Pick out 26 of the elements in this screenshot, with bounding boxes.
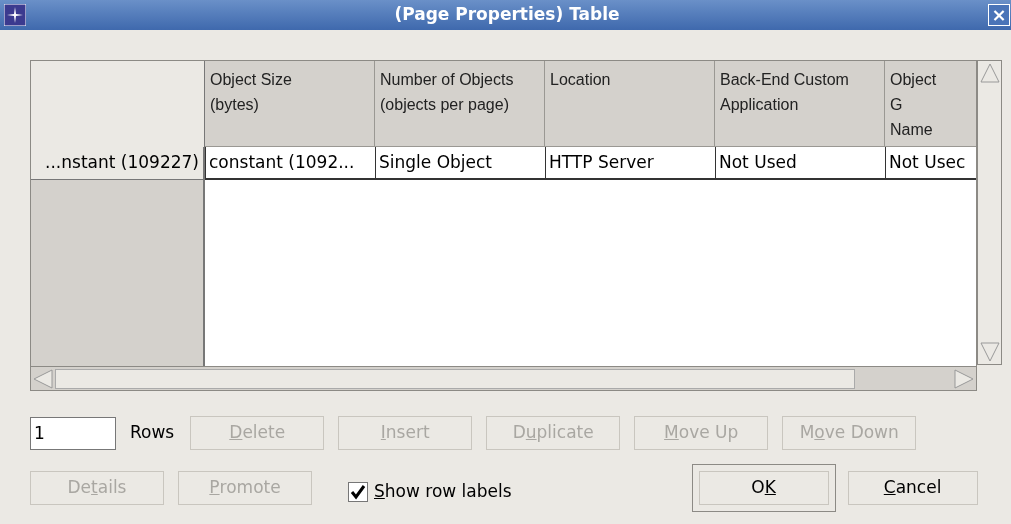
column-header[interactable]: Object Size (bytes) xyxy=(205,61,375,147)
down-arrow-icon[interactable] xyxy=(978,340,1001,364)
cancel-button[interactable]: Cancel xyxy=(847,471,978,505)
checkbox[interactable] xyxy=(348,482,368,502)
close-button[interactable]: × xyxy=(988,4,1010,26)
column-header[interactable]: Back-End Custom Application xyxy=(715,61,885,147)
window-title: (Page Properties) Table xyxy=(393,3,621,27)
table-cell: Single Object xyxy=(375,147,545,178)
column-header[interactable]: Number of Objects (objects per page) xyxy=(375,61,545,147)
checkbox-label[interactable]: Show row labels xyxy=(374,479,512,505)
rows-field[interactable]: 1 xyxy=(30,416,116,450)
scrollbar-thumb[interactable] xyxy=(55,368,855,389)
ok-button[interactable]: OK xyxy=(698,471,829,505)
left-arrow-icon[interactable] xyxy=(31,367,55,390)
table-cell: HTTP Server xyxy=(545,147,715,178)
up-arrow-icon[interactable] xyxy=(978,61,1001,85)
rows-label: Rows xyxy=(130,421,175,445)
app-icon xyxy=(4,4,26,26)
right-arrow-icon[interactable] xyxy=(952,367,976,390)
vertical-scrollbar[interactable] xyxy=(977,60,1002,365)
horizontal-scrollbar[interactable] xyxy=(31,366,976,390)
checkmark-icon xyxy=(350,484,366,500)
table-cell: Not Used xyxy=(715,147,885,178)
table-cell: constant (1092... xyxy=(205,147,375,178)
column-header[interactable]: Location xyxy=(545,61,715,147)
row-label: ...nstant (109227) xyxy=(31,147,203,180)
